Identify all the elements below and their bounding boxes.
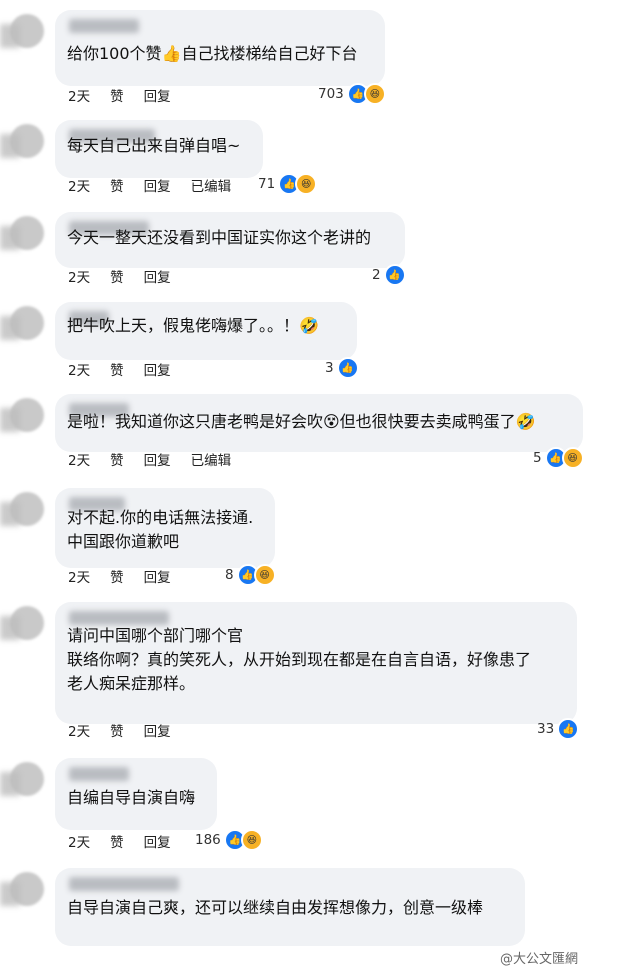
timestamp: 2天 bbox=[68, 89, 91, 105]
author-name-redacted[interactable] bbox=[69, 611, 169, 625]
comment-text: 联络你啊？真的笑死人，从开始到现在都是在自言自语，好像患了 bbox=[67, 650, 532, 669]
reaction-count: 5 bbox=[533, 450, 542, 466]
like-link[interactable]: 赞 bbox=[110, 363, 124, 379]
redacted-area bbox=[0, 316, 20, 340]
author-name-redacted[interactable] bbox=[69, 767, 129, 781]
edited-label: 已编辑 bbox=[190, 179, 232, 195]
like-icon: 👍 bbox=[383, 264, 406, 286]
comment-text: 请问中国哪个部门哪个官 bbox=[67, 626, 244, 645]
reply-link[interactable]: 回复 bbox=[144, 835, 171, 851]
redacted-area bbox=[0, 616, 20, 640]
reply-link[interactable]: 回复 bbox=[144, 363, 171, 379]
reaction-count: 3 bbox=[325, 360, 334, 376]
comment-bubble: 给你100个赞👍自己找楼梯给自己好下台 bbox=[55, 10, 385, 86]
reaction-summary[interactable]: 33 👍 bbox=[537, 718, 580, 740]
timestamp: 2天 bbox=[68, 453, 91, 469]
reply-link[interactable]: 回复 bbox=[144, 89, 171, 105]
timestamp: 2天 bbox=[68, 724, 91, 740]
haha-icon: 😆 bbox=[253, 564, 276, 586]
comment-text: 是啦！我知道你这只唐老鸭是好会吹😵但也很快要去卖咸鸭蛋了🤣 bbox=[67, 412, 536, 431]
comment-actions: 2天 赞 回复 bbox=[68, 566, 191, 586]
like-link[interactable]: 赞 bbox=[110, 724, 124, 740]
redacted-area bbox=[0, 772, 20, 796]
reaction-summary[interactable]: 8 👍 😆 bbox=[225, 564, 276, 586]
like-link[interactable]: 赞 bbox=[110, 570, 124, 586]
reaction-summary[interactable]: 71 👍 😆 bbox=[258, 173, 318, 195]
comment-actions: 2天 赞 回复 bbox=[68, 359, 191, 379]
like-link[interactable]: 赞 bbox=[110, 270, 124, 286]
redacted-area bbox=[0, 408, 20, 432]
edited-label: 已编辑 bbox=[190, 453, 232, 469]
comment-text: 今天一整天还没看到中国证实你这个老讲的 bbox=[67, 228, 372, 247]
like-icon: 👍 bbox=[557, 718, 580, 740]
reaction-summary[interactable]: 3 👍 bbox=[325, 357, 359, 379]
haha-icon: 😆 bbox=[363, 83, 386, 105]
reaction-summary[interactable]: 5 👍 😆 bbox=[533, 447, 584, 469]
like-link[interactable]: 赞 bbox=[110, 835, 124, 851]
redacted-area bbox=[0, 134, 20, 158]
reaction-summary[interactable]: 2 👍 bbox=[372, 264, 406, 286]
comment-text: 自编自导自演自嗨 bbox=[67, 788, 196, 807]
reaction-count: 71 bbox=[258, 176, 276, 192]
comment-text: 对不起.你的电话無法接通. bbox=[67, 508, 254, 527]
comment-actions: 2天 赞 回复 bbox=[68, 266, 191, 286]
comment-actions: 2天 赞 回复 bbox=[68, 720, 191, 740]
comment-bubble: 每天自己出来自弹自唱~ bbox=[55, 120, 263, 178]
watermark: @大公文匯網 bbox=[500, 952, 579, 967]
author-name-redacted[interactable] bbox=[69, 19, 139, 33]
comments-page: { "comments": [ {"text": ["给你100个赞👍自己找楼梯… bbox=[0, 0, 620, 979]
redacted-area bbox=[0, 226, 20, 250]
comment-bubble: 请问中国哪个部门哪个官联络你啊？真的笑死人，从开始到现在都是在自言自语，好像患了… bbox=[55, 602, 577, 724]
reply-link[interactable]: 回复 bbox=[144, 570, 171, 586]
reaction-count: 8 bbox=[225, 567, 234, 583]
reaction-count: 703 bbox=[318, 86, 344, 102]
reply-link[interactable]: 回复 bbox=[144, 724, 171, 740]
timestamp: 2天 bbox=[68, 835, 91, 851]
comment-text: 自导自演自己爽，还可以继续自由发挥想像力，创意一级棒 bbox=[67, 898, 484, 917]
haha-icon: 😆 bbox=[240, 829, 263, 851]
timestamp: 2天 bbox=[68, 179, 91, 195]
comment-actions: 2天 赞 回复 已编辑 bbox=[68, 175, 251, 195]
reaction-count: 186 bbox=[195, 832, 221, 848]
reaction-count: 33 bbox=[537, 721, 555, 737]
reaction-summary[interactable]: 703 👍 😆 bbox=[318, 83, 386, 105]
comment-bubble: 把牛吹上天，假鬼佬嗨爆了。。！🤣 bbox=[55, 302, 357, 360]
author-name-redacted[interactable] bbox=[69, 877, 179, 891]
timestamp: 2天 bbox=[68, 270, 91, 286]
comment-bubble: 是啦！我知道你这只唐老鸭是好会吹😵但也很快要去卖咸鸭蛋了🤣 bbox=[55, 394, 583, 452]
reply-link[interactable]: 回复 bbox=[144, 453, 171, 469]
comment-actions: 2天 赞 回复 bbox=[68, 831, 191, 851]
comment-actions: 2天 赞 回复 bbox=[68, 85, 191, 105]
like-link[interactable]: 赞 bbox=[110, 453, 124, 469]
redacted-area bbox=[0, 24, 20, 48]
timestamp: 2天 bbox=[68, 363, 91, 379]
comment-bubble: 自导自演自己爽，还可以继续自由发挥想像力，创意一级棒 bbox=[55, 868, 525, 946]
like-link[interactable]: 赞 bbox=[110, 179, 124, 195]
like-icon: 👍 bbox=[336, 357, 359, 379]
reply-link[interactable]: 回复 bbox=[144, 179, 171, 195]
comment-text: 每天自己出来自弹自唱~ bbox=[67, 136, 241, 155]
reaction-count: 2 bbox=[372, 267, 381, 283]
comment-text: 老人痴呆症那样。 bbox=[67, 674, 196, 693]
haha-icon: 😆 bbox=[295, 173, 318, 195]
haha-icon: 😆 bbox=[561, 447, 584, 469]
comment-bubble: 对不起.你的电话無法接通. 中国跟你道歉吧 bbox=[55, 488, 275, 568]
comment-text: 中国跟你道歉吧 bbox=[67, 532, 180, 551]
like-link[interactable]: 赞 bbox=[110, 89, 124, 105]
redacted-area bbox=[0, 882, 20, 906]
reply-link[interactable]: 回复 bbox=[144, 270, 171, 286]
comment-bubble: 今天一整天还没看到中国证实你这个老讲的 bbox=[55, 212, 405, 268]
comment-text: 把牛吹上天，假鬼佬嗨爆了。。！🤣 bbox=[67, 316, 319, 335]
comment-bubble: 自编自导自演自嗨 bbox=[55, 758, 217, 830]
redacted-area bbox=[0, 502, 20, 526]
comment-actions: 2天 赞 回复 已编辑 bbox=[68, 449, 251, 469]
reaction-summary[interactable]: 186 👍 😆 bbox=[195, 829, 263, 851]
timestamp: 2天 bbox=[68, 570, 91, 586]
comment-text: 给你100个赞👍自己找楼梯给自己好下台 bbox=[67, 44, 358, 63]
